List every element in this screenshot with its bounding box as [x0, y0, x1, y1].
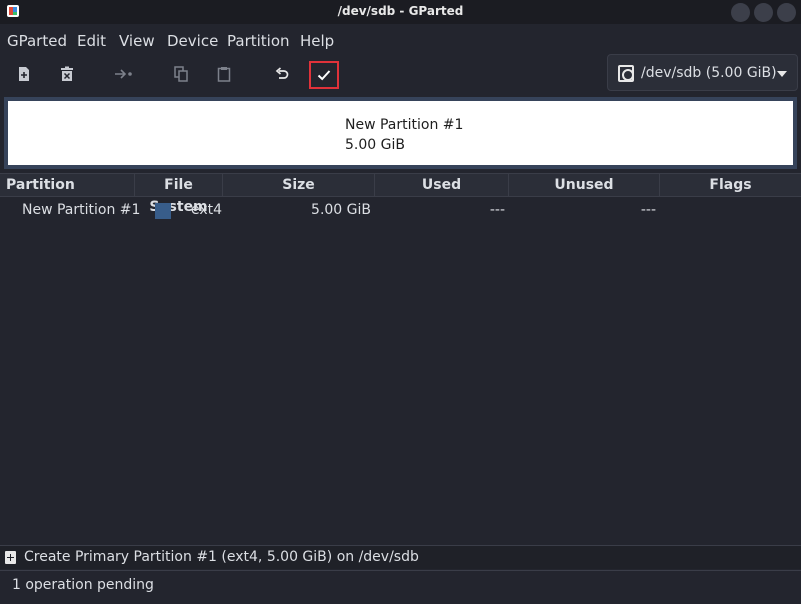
partition-map-block[interactable]: New Partition #1 5.00 GiB	[8, 101, 793, 165]
partition-map: New Partition #1 5.00 GiB	[4, 97, 797, 169]
column-header-filesystem[interactable]: File System	[135, 174, 223, 215]
copy-button[interactable]	[166, 60, 196, 88]
cell-unused: ---	[640, 202, 656, 218]
column-header-used[interactable]: Used	[375, 174, 509, 197]
device-label: /dev/sdb (5.00 GiB)	[641, 65, 777, 81]
cell-partition: New Partition #1	[22, 202, 141, 218]
new-partition-icon	[5, 551, 16, 564]
operation-item[interactable]: Create Primary Partition #1 (ext4, 5.00 …	[0, 546, 801, 569]
partition-table: New Partition #1 ext4 5.00 GiB --- ---	[0, 198, 801, 544]
resize-move-button[interactable]	[109, 60, 139, 88]
operation-text: Create Primary Partition #1 (ext4, 5.00 …	[24, 549, 419, 565]
apply-button[interactable]	[309, 61, 339, 89]
undo-icon	[275, 67, 289, 79]
cell-size: 5.00 GiB	[311, 202, 371, 218]
cell-filesystem: ext4	[191, 202, 223, 218]
document-new-icon	[19, 67, 29, 81]
minimize-button[interactable]	[731, 3, 750, 22]
status-text: 1 operation pending	[12, 577, 154, 593]
delete-partition-button[interactable]	[52, 60, 82, 88]
partition-map-name: New Partition #1	[345, 117, 464, 133]
pending-operations-list: Create Primary Partition #1 (ext4, 5.00 …	[0, 545, 801, 569]
paste-button[interactable]	[209, 60, 239, 88]
column-header-size[interactable]: Size	[223, 174, 375, 197]
arrow-right-icon	[115, 69, 132, 79]
window-title: /dev/sdb - GParted	[337, 4, 464, 18]
new-partition-button[interactable]	[9, 60, 39, 88]
menu-help[interactable]: Help	[300, 32, 334, 50]
partition-map-size: 5.00 GiB	[345, 137, 405, 153]
menu-view[interactable]: View	[119, 32, 155, 50]
checkmark-icon	[317, 70, 331, 81]
menu-gparted[interactable]: GParted	[7, 32, 67, 50]
status-bar: 1 operation pending	[0, 570, 801, 604]
menu-device[interactable]: Device	[167, 32, 218, 50]
close-button[interactable]	[777, 3, 796, 22]
menu-partition[interactable]: Partition	[227, 32, 290, 50]
title-bar: /dev/sdb - GParted	[0, 0, 801, 24]
device-selector[interactable]: /dev/sdb (5.00 GiB)	[607, 54, 798, 91]
menu-bar: GParted Edit View Device Partition Help	[0, 28, 801, 54]
maximize-button[interactable]	[754, 3, 773, 22]
undo-button[interactable]	[267, 60, 297, 88]
harddisk-icon	[618, 65, 634, 82]
menu-edit[interactable]: Edit	[77, 32, 106, 50]
filesystem-color-swatch	[155, 203, 171, 219]
column-header-unused[interactable]: Unused	[509, 174, 660, 197]
trash-icon	[61, 66, 73, 81]
clipboard-icon	[217, 67, 231, 82]
column-header-partition[interactable]: Partition	[0, 174, 135, 197]
column-header-flags[interactable]: Flags	[660, 174, 801, 197]
table-row[interactable]: New Partition #1 ext4 5.00 GiB --- ---	[0, 198, 801, 224]
partition-table-header: Partition File System Size Used Unused F…	[0, 173, 801, 215]
copy-icon	[174, 66, 188, 82]
chevron-down-icon	[777, 71, 787, 77]
cell-used: ---	[489, 202, 505, 218]
